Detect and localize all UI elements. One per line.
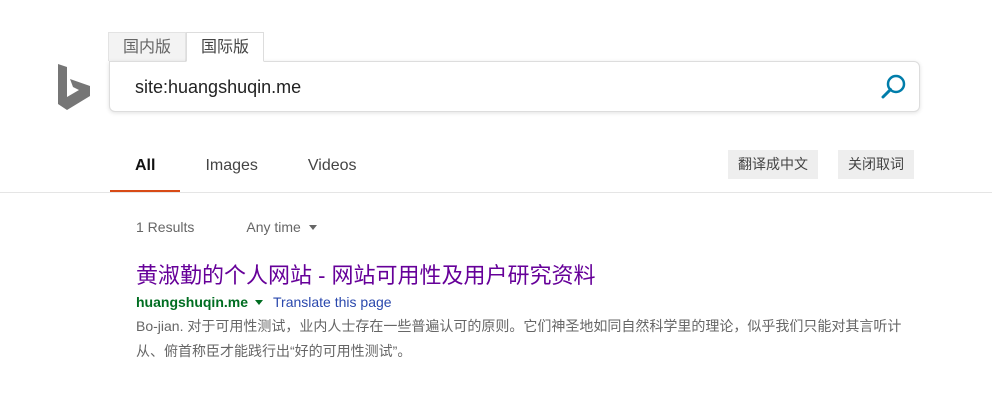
scope-tabs: 国内版 国际版 [108, 32, 265, 62]
translate-to-chinese-button[interactable]: 翻译成中文 [728, 150, 818, 179]
search-input[interactable] [135, 75, 835, 99]
translate-page-link[interactable]: Translate this page [273, 294, 392, 310]
tab-international[interactable]: 国际版 [186, 32, 265, 62]
search-icon[interactable] [880, 73, 908, 101]
tab-domestic[interactable]: 国内版 [108, 32, 187, 61]
url-options-caret-icon[interactable] [255, 299, 263, 305]
search-box [109, 61, 920, 112]
nav-images[interactable]: Images [180, 138, 282, 193]
time-filter-label: Any time [246, 219, 301, 235]
results-count: 1 Results [136, 219, 195, 235]
result-url-row: huangshuqin.me Translate this page [136, 291, 906, 313]
vertical-nav: All Images Videos [110, 138, 382, 193]
nav-divider [0, 192, 992, 193]
bing-logo-icon[interactable] [57, 64, 91, 110]
close-dictionary-button[interactable]: 关闭取词 [838, 150, 914, 179]
result-snippet: Bo-jian. 对于可用性测试，业内人士存在一些普遍认可的原则。它们神圣地如同… [136, 318, 902, 359]
result-title-link[interactable]: 黄淑勤的个人网站 - 网站可用性及用户研究资料 [136, 261, 906, 291]
nav-videos[interactable]: Videos [283, 138, 382, 193]
results-meta: 1 Results Any time [136, 219, 317, 235]
result-url[interactable]: huangshuqin.me [136, 294, 248, 310]
search-result: 黄淑勤的个人网站 - 网站可用性及用户研究资料 huangshuqin.me T… [136, 261, 906, 364]
chevron-down-icon [308, 224, 317, 230]
time-filter-dropdown[interactable]: Any time [246, 219, 317, 235]
nav-all[interactable]: All [110, 138, 181, 193]
